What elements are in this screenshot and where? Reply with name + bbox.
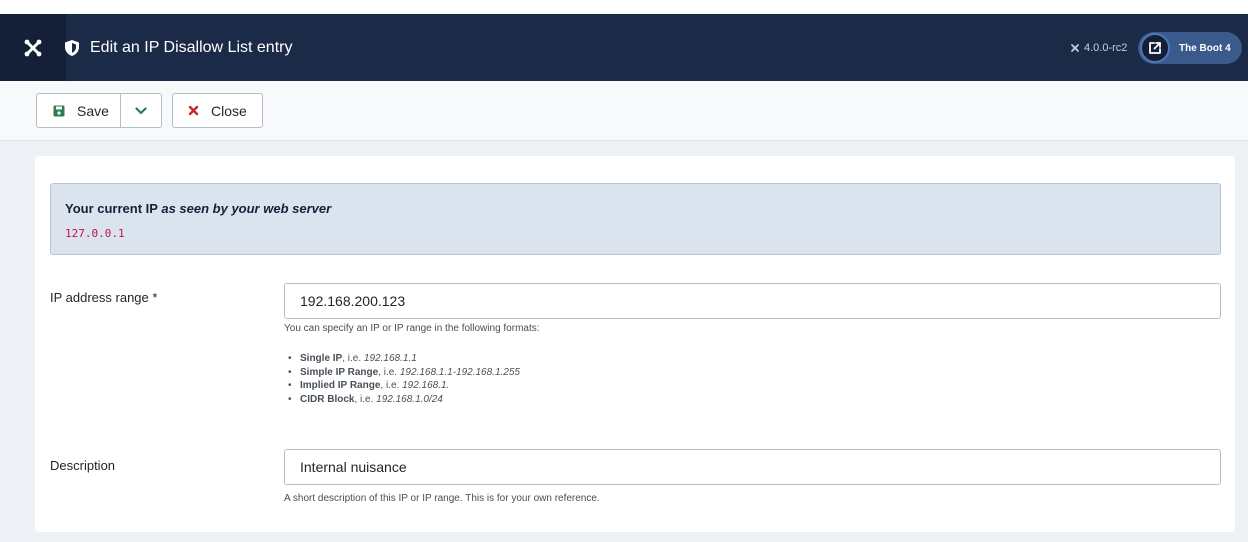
- alert-heading-suffix: as seen by your web server: [161, 201, 332, 216]
- header-top-strip: [0, 0, 1248, 14]
- alert-heading: Your current IP as seen by your web serv…: [65, 201, 331, 216]
- list-item: CIDR Block, i.e. 192.168.1.0/24: [284, 393, 520, 407]
- close-icon: [188, 105, 199, 116]
- version-text: 4.0.0-rc2: [1084, 41, 1128, 54]
- close-button[interactable]: Close: [172, 93, 263, 128]
- ip-range-input[interactable]: [284, 283, 1221, 319]
- edit-form-card: Your current IP as seen by your web serv…: [35, 156, 1235, 532]
- save-button[interactable]: Save: [36, 93, 121, 128]
- external-link-icon: [1140, 33, 1170, 63]
- joomla-logo-icon: [24, 39, 42, 56]
- header-bar: Edit an IP Disallow List entry 4.0.0-rc2…: [0, 0, 1248, 81]
- joomla-small-icon: [1071, 43, 1079, 52]
- current-ip-alert: Your current IP as seen by your web serv…: [50, 183, 1221, 255]
- close-label: Close: [211, 102, 247, 119]
- alert-heading-prefix: Your current IP: [65, 201, 158, 216]
- toolbar: Save Close: [0, 81, 1248, 141]
- description-label: Description: [50, 458, 116, 473]
- save-options-dropdown[interactable]: [120, 93, 162, 128]
- ip-format-list: Single IP, i.e. 192.168.1.1 Simple IP Ra…: [284, 352, 520, 406]
- save-icon: [53, 105, 65, 116]
- version-info: 4.0.0-rc2: [1070, 14, 1127, 81]
- list-item: Single IP, i.e. 192.168.1.1: [284, 352, 520, 366]
- site-name-label: The Boot 4: [1179, 42, 1231, 54]
- ip-range-label: IP address range *: [50, 290, 158, 305]
- chevron-down-icon: [135, 106, 147, 114]
- page-title-group: Edit an IP Disallow List entry: [65, 14, 293, 81]
- page-title: Edit an IP Disallow List entry: [90, 38, 293, 56]
- list-item: Simple IP Range, i.e. 192.168.1.1-192.16…: [284, 366, 520, 380]
- save-label: Save: [77, 102, 109, 119]
- shield-icon: [65, 39, 79, 56]
- current-ip-value: 127.0.0.1: [65, 227, 125, 240]
- description-help: A short description of this IP or IP ran…: [284, 493, 600, 504]
- description-input[interactable]: [284, 449, 1221, 485]
- ip-range-help: You can specify an IP or IP range in the…: [284, 323, 540, 334]
- list-item: Implied IP Range, i.e. 192.168.1.: [284, 379, 520, 393]
- joomla-logo-button[interactable]: [0, 14, 66, 81]
- view-site-button[interactable]: The Boot 4: [1138, 32, 1242, 64]
